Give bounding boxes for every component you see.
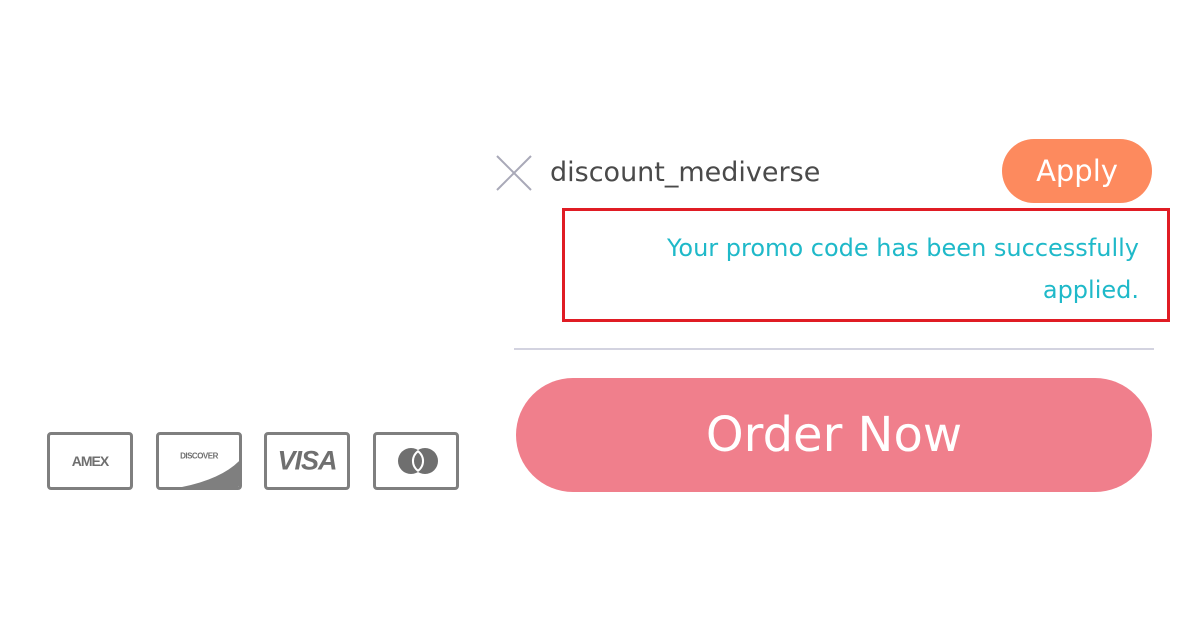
checkout-panel: Apply Your promo code has been successfu… xyxy=(0,0,1200,630)
promo-code-input[interactable] xyxy=(550,150,970,194)
promo-success-message: Your promo code has been successfully ap… xyxy=(562,208,1170,322)
order-now-button[interactable]: Order Now xyxy=(516,378,1152,492)
amex-card-label: AMEX xyxy=(71,453,109,469)
visa-card-label: VISA xyxy=(277,445,337,476)
mastercard-card-icon xyxy=(373,432,459,490)
apply-button[interactable]: Apply xyxy=(1002,139,1152,203)
discover-card-icon: DISCOVER xyxy=(156,432,242,490)
amex-card-icon: AMEX xyxy=(47,432,133,490)
divider xyxy=(514,348,1154,350)
discover-swoosh-shape xyxy=(181,460,239,487)
visa-card-icon: VISA xyxy=(264,432,350,490)
payment-methods: AMEX DISCOVER VISA xyxy=(47,432,467,494)
close-icon[interactable] xyxy=(494,153,534,193)
promo-success-text: Your promo code has been successfully ap… xyxy=(666,234,1139,304)
mastercard-circles-icon xyxy=(398,448,438,474)
